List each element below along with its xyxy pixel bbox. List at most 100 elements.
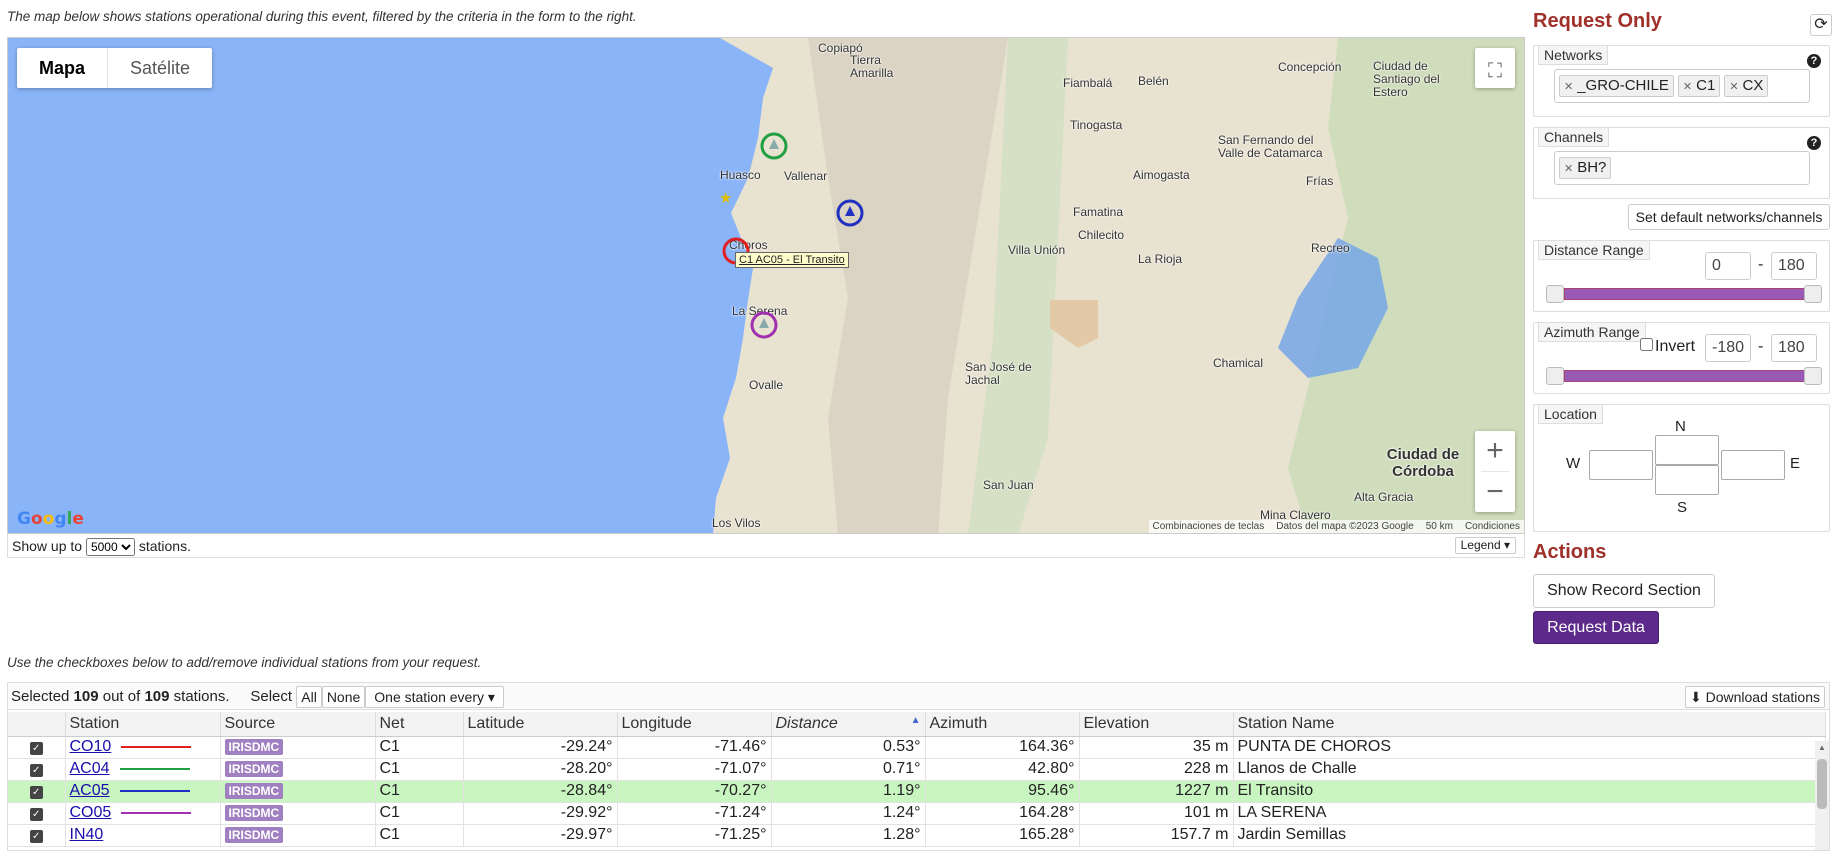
distance-fieldset: Distance Range - bbox=[1533, 240, 1830, 312]
station-link[interactable]: CO10 bbox=[70, 738, 112, 755]
station-name-cell: Jardin Semillas bbox=[1233, 824, 1826, 847]
west-input[interactable] bbox=[1589, 450, 1653, 480]
table-scrollbar[interactable]: ▲ bbox=[1815, 741, 1829, 850]
elevation-cell: 228 m bbox=[1079, 758, 1234, 781]
channels-input[interactable]: ✕ BH? bbox=[1554, 151, 1810, 185]
select-all-button[interactable]: All bbox=[296, 686, 322, 709]
east-input[interactable] bbox=[1721, 450, 1785, 480]
col-longitude[interactable]: Longitude bbox=[617, 712, 772, 737]
zoom-in-button[interactable]: + bbox=[1475, 431, 1515, 471]
event-star-icon: ★ bbox=[719, 190, 732, 207]
distance-slider-min-handle[interactable] bbox=[1546, 285, 1564, 303]
location-fieldset: Location N W E S bbox=[1533, 404, 1830, 532]
scale-text[interactable]: 50 km bbox=[1426, 521, 1453, 532]
station-link[interactable]: CO05 bbox=[70, 804, 112, 821]
azimuth-min-input[interactable] bbox=[1705, 334, 1751, 362]
azimuth-slider-min-handle[interactable] bbox=[1546, 367, 1564, 385]
azimuth-label: Azimuth Range bbox=[1538, 322, 1646, 342]
station-link[interactable]: AC05 bbox=[70, 782, 110, 799]
azimuth-slider[interactable] bbox=[1564, 370, 1812, 382]
azimuth-max-input[interactable] bbox=[1771, 334, 1817, 362]
network-tag[interactable]: ✕ C1 bbox=[1677, 75, 1721, 97]
distance-max-input[interactable] bbox=[1771, 252, 1817, 280]
col-distance[interactable]: Distance ▲ bbox=[771, 712, 926, 737]
keyboard-shortcuts-link[interactable]: Combinaciones de teclas bbox=[1153, 521, 1265, 532]
row-checkbox-cell[interactable]: ✓ bbox=[8, 736, 66, 759]
station-link[interactable]: IN40 bbox=[70, 826, 104, 843]
table-row[interactable]: ✓ AC05 IRISDMC C1 -28.84° -70.27° 1.19° … bbox=[8, 780, 1826, 803]
networks-input[interactable]: ✕ _GRO-CHILE ✕ C1 ✕ CX bbox=[1554, 69, 1810, 103]
distance-slider[interactable] bbox=[1564, 288, 1812, 300]
scroll-up-icon[interactable]: ▲ bbox=[1818, 743, 1826, 752]
terms-link[interactable]: Condiciones bbox=[1465, 521, 1520, 532]
show-record-section-button[interactable]: Show Record Section bbox=[1533, 574, 1715, 608]
remove-icon[interactable]: ✕ bbox=[1729, 81, 1738, 93]
invert-checkbox[interactable] bbox=[1640, 338, 1653, 351]
row-checkbox[interactable]: ✓ bbox=[29, 830, 43, 843]
source-cell: IRISDMC bbox=[220, 780, 376, 803]
elevation-cell: 1227 m bbox=[1079, 780, 1234, 803]
col-station[interactable]: Station bbox=[65, 712, 221, 737]
remove-icon[interactable]: ✕ bbox=[1564, 81, 1573, 93]
google-logo: Google bbox=[17, 509, 84, 529]
remove-icon[interactable]: ✕ bbox=[1564, 163, 1573, 175]
download-label: Download stations bbox=[1705, 689, 1820, 705]
distance-slider-max-handle[interactable] bbox=[1804, 285, 1822, 303]
station-limit-select[interactable]: 5000 bbox=[85, 538, 135, 556]
station-cell[interactable]: CO05 bbox=[65, 802, 221, 825]
row-checkbox-cell[interactable]: ✓ bbox=[8, 824, 66, 847]
help-icon[interactable]: ? bbox=[1807, 54, 1821, 68]
invert-control[interactable]: Invert bbox=[1640, 338, 1695, 356]
one-station-every-dropdown[interactable]: One station every ▾ bbox=[365, 686, 504, 709]
channel-tag[interactable]: ✕ BH? bbox=[1559, 157, 1612, 179]
network-tag[interactable]: ✕ _GRO-CHILE bbox=[1559, 75, 1674, 97]
station-cell[interactable]: AC05 bbox=[65, 780, 221, 803]
distance-min-input[interactable] bbox=[1705, 252, 1751, 280]
col-source[interactable]: Source bbox=[220, 712, 376, 737]
refresh-button[interactable]: ⟳ bbox=[1810, 14, 1832, 36]
station-cell[interactable]: CO10 bbox=[65, 736, 221, 759]
zoom-out-button[interactable]: − bbox=[1475, 472, 1515, 512]
station-cell[interactable]: AC04 bbox=[65, 758, 221, 781]
row-checkbox[interactable]: ✓ bbox=[29, 808, 43, 821]
station-cell[interactable]: IN40 bbox=[65, 824, 221, 847]
row-checkbox[interactable]: ✓ bbox=[29, 786, 43, 799]
table-row[interactable]: ✓ CO05 IRISDMC C1 -29.92° -71.24° 1.24° … bbox=[8, 802, 1826, 825]
station-map[interactable]: Mapa Satélite ⛶ Copiapó Tierra Amarilla … bbox=[7, 37, 1525, 534]
table-row[interactable]: ✓ CO10 IRISDMC C1 -29.24° -71.46° 0.53° … bbox=[8, 736, 1826, 759]
col-azimuth[interactable]: Azimuth bbox=[925, 712, 1080, 737]
network-tag[interactable]: ✕ CX bbox=[1724, 75, 1769, 97]
row-checkbox-cell[interactable]: ✓ bbox=[8, 802, 66, 825]
azimuth-slider-max-handle[interactable] bbox=[1804, 367, 1822, 385]
table-row[interactable]: ✓ AC04 IRISDMC C1 -28.20° -71.07° 0.71° … bbox=[8, 758, 1826, 781]
col-net[interactable]: Net bbox=[375, 712, 464, 737]
row-checkbox-cell[interactable]: ✓ bbox=[8, 780, 66, 803]
azimuth-cell: 164.28° bbox=[925, 802, 1080, 825]
station-tooltip[interactable]: C1 AC05 - El Transito bbox=[735, 252, 849, 268]
row-checkbox-cell[interactable]: ✓ bbox=[8, 758, 66, 781]
table-header-row: Station Source Net Latitude Longitude Di… bbox=[8, 712, 1826, 737]
download-stations-button[interactable]: ⬇ Download stations bbox=[1684, 686, 1825, 708]
station-link[interactable]: AC04 bbox=[70, 760, 110, 777]
help-icon[interactable]: ? bbox=[1807, 136, 1821, 150]
select-none-button[interactable]: None bbox=[321, 686, 366, 709]
row-checkbox[interactable]: ✓ bbox=[29, 742, 43, 755]
south-input[interactable] bbox=[1655, 465, 1719, 495]
north-input[interactable] bbox=[1655, 435, 1719, 465]
row-checkbox[interactable]: ✓ bbox=[29, 764, 43, 777]
col-elevation[interactable]: Elevation bbox=[1079, 712, 1234, 737]
station-markers: ★ bbox=[719, 132, 864, 339]
legend-button[interactable]: Legend ▾ bbox=[1454, 537, 1516, 554]
longitude-cell: -70.27° bbox=[617, 780, 772, 803]
remove-icon[interactable]: ✕ bbox=[1683, 81, 1692, 93]
request-data-button[interactable]: Request Data bbox=[1533, 611, 1659, 644]
col-station-name[interactable]: Station Name bbox=[1233, 712, 1826, 737]
col-latitude[interactable]: Latitude bbox=[463, 712, 618, 737]
latitude-cell: -29.92° bbox=[463, 802, 618, 825]
sort-asc-icon: ▲ bbox=[910, 714, 921, 726]
azimuth-cell: 95.46° bbox=[925, 780, 1080, 803]
set-default-button[interactable]: Set default networks/channels bbox=[1628, 204, 1830, 230]
table-scrollbar-thumb[interactable] bbox=[1817, 759, 1827, 809]
table-row[interactable]: ✓ IN40 IRISDMC C1 -29.97° -71.25° 1.28° … bbox=[8, 824, 1826, 847]
networks-label: Networks bbox=[1538, 45, 1609, 65]
